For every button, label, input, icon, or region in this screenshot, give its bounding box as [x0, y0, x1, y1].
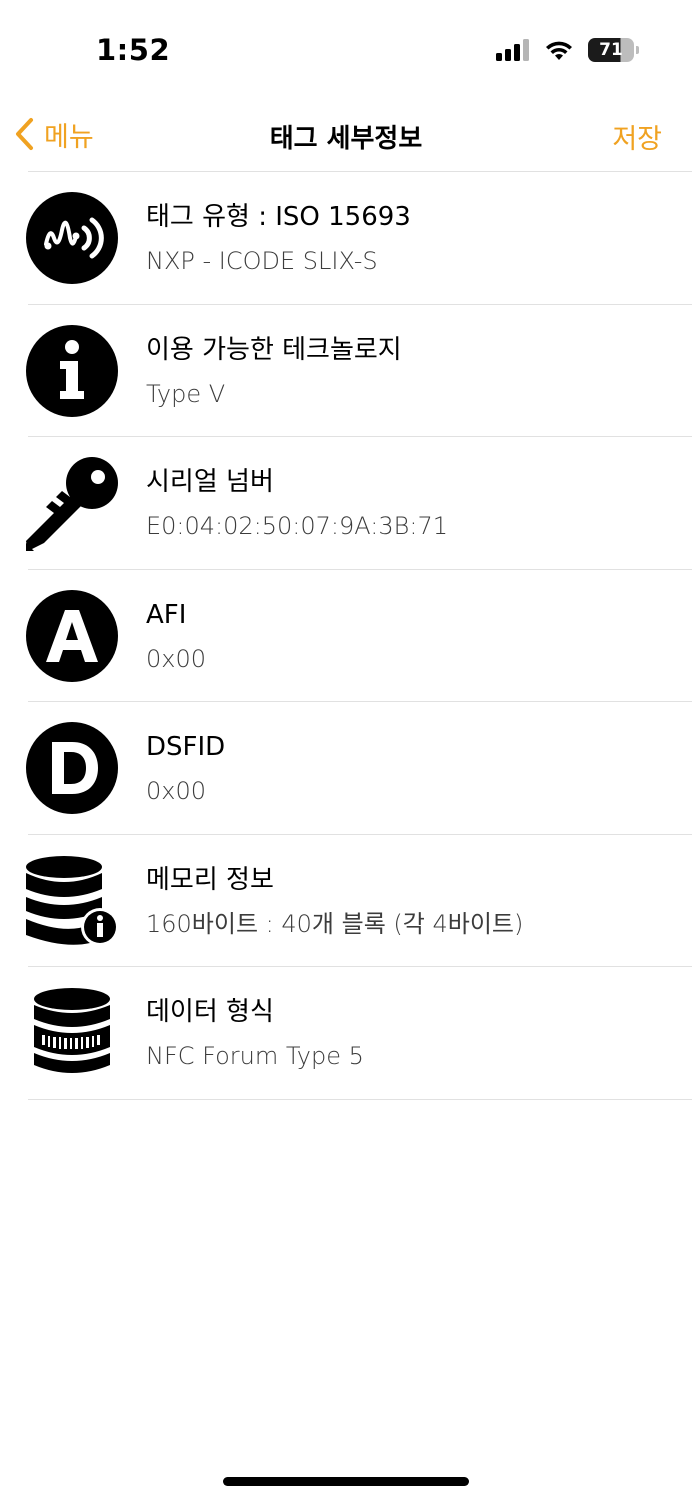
- row-title: 태그 유형 : ISO 15693: [146, 202, 411, 232]
- letter-d-icon: [26, 722, 118, 814]
- page-title: 태그 세부정보: [269, 124, 423, 154]
- row-subtitle: Type V: [146, 379, 226, 408]
- battery-level: 71: [599, 40, 623, 60]
- navigation-bar: 메뉴 태그 세부정보 저장: [0, 100, 692, 172]
- row-title: 이용 가능한 테크놀로지: [146, 334, 402, 365]
- list-item-tag-type[interactable]: 태그 유형 : ISO 15693 NXP - ICODE SLIX-S: [0, 172, 692, 305]
- row-title: 시리얼 넘버: [146, 467, 274, 497]
- database-info-icon: [26, 855, 119, 946]
- letter-a-icon: [26, 589, 118, 682]
- key-icon: [26, 457, 118, 551]
- battery-icon: 71: [588, 38, 639, 62]
- list-item-serial-number[interactable]: 시리얼 넘버 E0:04:02:50:07:9A:3B:71: [0, 437, 692, 570]
- info-icon: [26, 324, 118, 417]
- row-title: AFI: [146, 599, 187, 630]
- wifi-icon: [546, 41, 572, 60]
- list-item-dsfid[interactable]: DSFID 0x00: [0, 702, 692, 835]
- row-title: DSFID: [146, 732, 226, 762]
- list-item-data-format[interactable]: 데이터 형식 NFC Forum Type 5: [0, 967, 692, 1100]
- cellular-signal-icon: [496, 39, 529, 61]
- row-subtitle: E0:04:02:50:07:9A:3B:71: [146, 512, 448, 540]
- list-item-technologies[interactable]: 이용 가능한 테크놀로지 Type V: [0, 305, 692, 438]
- database-icon: [34, 988, 110, 1073]
- row-subtitle: 0x00: [146, 777, 207, 805]
- row-subtitle: 0x00: [146, 644, 207, 673]
- save-button[interactable]: 저장: [612, 117, 662, 156]
- status-icons: 71: [496, 38, 639, 62]
- row-subtitle: NFC Forum Type 5: [146, 1042, 364, 1070]
- status-bar: 1:52 71: [0, 0, 692, 100]
- list-item-afi[interactable]: AFI 0x00: [0, 570, 692, 703]
- row-subtitle: NXP - ICODE SLIX-S: [146, 247, 378, 275]
- row-title: 메모리 정보: [146, 864, 274, 895]
- tag-detail-list: 태그 유형 : ISO 15693 NXP - ICODE SLIX-S 이용 …: [0, 172, 692, 1100]
- nfc-tag-icon: [26, 192, 118, 284]
- status-time: 1:52: [96, 33, 171, 67]
- list-item-memory-info[interactable]: 메모리 정보 160바이트 : 40개 블록 (각 4바이트): [0, 835, 692, 968]
- row-title: 데이터 형식: [146, 997, 274, 1027]
- row-subtitle: 160바이트 : 40개 블록 (각 4바이트): [146, 909, 524, 938]
- home-indicator[interactable]: [223, 1477, 469, 1486]
